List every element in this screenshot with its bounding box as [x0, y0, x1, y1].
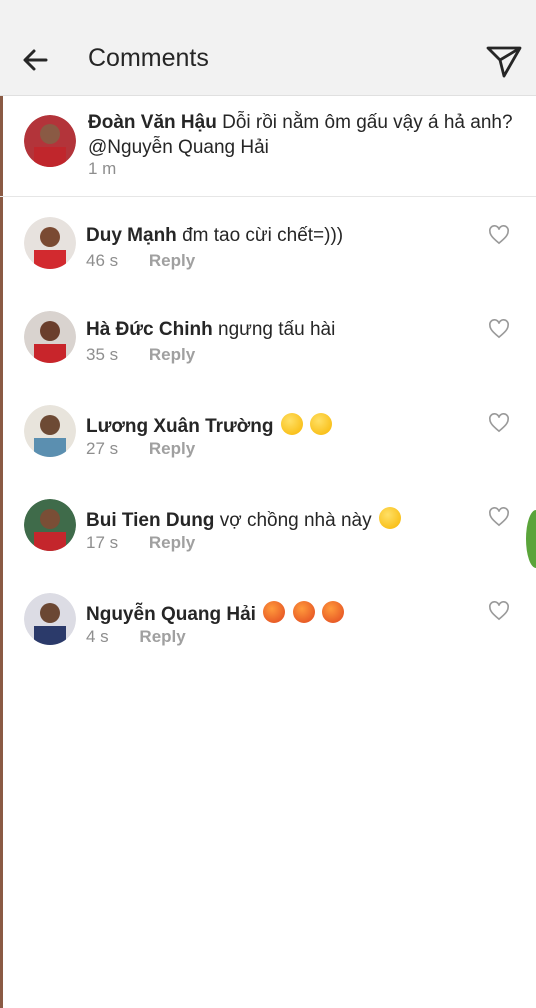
caption-timestamp: 1 m [88, 159, 117, 178]
comment-item: Nguyễn Quang Hải 4 s Reply [0, 593, 536, 673]
post-caption: Đoàn Văn Hậu Dỗi rồi nằm ôm gấu vậy á hả… [0, 97, 536, 197]
caption-text: Đoàn Văn Hậu Dỗi rồi nằm ôm gấu vậy á hả… [88, 110, 534, 160]
heart-icon[interactable] [488, 601, 510, 621]
page-title: Comments [88, 44, 209, 72]
comment-timestamp: 35 s [86, 345, 119, 364]
comment-meta: 35 s Reply [86, 345, 195, 365]
comment-item: Lương Xuân Trường 27 s Reply [0, 405, 536, 485]
comment-body: đm tao cừi chết=))) [182, 225, 344, 246]
comment-username[interactable]: Nguyễn Quang Hải [86, 604, 256, 625]
avatar[interactable] [24, 311, 76, 363]
comment-username[interactable]: Hà Đức Chinh [86, 319, 213, 340]
comment-meta: 46 s Reply [86, 251, 195, 271]
comment-text: Nguyễn Quang Hải [86, 601, 344, 626]
heart-icon[interactable] [488, 507, 510, 527]
comment-meta: 17 s Reply [86, 533, 195, 553]
reply-button[interactable]: Reply [139, 627, 185, 646]
rolling-laughing-emoji-icon [310, 413, 333, 435]
avatar[interactable] [24, 115, 76, 167]
avatar[interactable] [24, 593, 76, 645]
caption-body: Dỗi rồi nằm ôm gấu vậy á hả anh? [222, 112, 513, 133]
back-arrow-icon[interactable] [20, 44, 52, 76]
comment-item: Duy Mạnh đm tao cừi chết=))) 46 s Reply [0, 217, 536, 297]
reply-button[interactable]: Reply [149, 439, 195, 458]
heart-icon[interactable] [488, 413, 510, 433]
comment-text: Bui Tien Dung vợ chồng nhà này [86, 507, 401, 532]
caption-username[interactable]: Đoàn Văn Hậu [88, 112, 217, 133]
angry-face-emoji-icon [321, 601, 344, 623]
comment-meta: 4 s Reply [86, 627, 186, 647]
avatar[interactable] [24, 217, 76, 269]
comment-username[interactable]: Duy Mạnh [86, 225, 177, 246]
caption-mention[interactable]: @Nguyễn Quang Hải [88, 137, 269, 158]
angry-face-emoji-icon [292, 601, 315, 623]
comment-text: Lương Xuân Trường [86, 413, 333, 438]
comment-timestamp: 17 s [86, 533, 119, 552]
comment-body: vợ chồng nhà này [219, 510, 372, 531]
reply-button[interactable]: Reply [149, 251, 195, 270]
rolling-laughing-emoji-icon [280, 413, 303, 435]
comment-timestamp: 46 s [86, 251, 119, 270]
comment-timestamp: 4 s [86, 627, 109, 646]
avatar[interactable] [24, 405, 76, 457]
reply-button[interactable]: Reply [149, 533, 195, 552]
comment-text: Hà Đức Chinh ngưng tấu hài [86, 319, 335, 341]
comment-text: Duy Mạnh đm tao cừi chết=))) [86, 225, 343, 247]
comments-header: Comments [0, 0, 536, 96]
comment-item: Hà Đức Chinh ngưng tấu hài 35 s Reply [0, 311, 536, 391]
reply-button[interactable]: Reply [149, 345, 195, 364]
comment-username[interactable]: Lương Xuân Trường [86, 416, 274, 437]
heart-icon[interactable] [488, 319, 510, 339]
comment-meta: 27 s Reply [86, 439, 195, 459]
heart-icon[interactable] [488, 225, 510, 245]
comment-body: ngưng tấu hài [218, 319, 336, 340]
angry-face-emoji-icon [263, 601, 286, 623]
comment-item: Bui Tien Dung vợ chồng nhà này 17 s Repl… [0, 499, 536, 579]
avatar[interactable] [24, 499, 76, 551]
rolling-laughing-emoji-icon [378, 507, 401, 529]
comment-timestamp: 27 s [86, 439, 119, 458]
comment-username[interactable]: Bui Tien Dung [86, 510, 214, 531]
send-icon[interactable] [484, 40, 524, 80]
